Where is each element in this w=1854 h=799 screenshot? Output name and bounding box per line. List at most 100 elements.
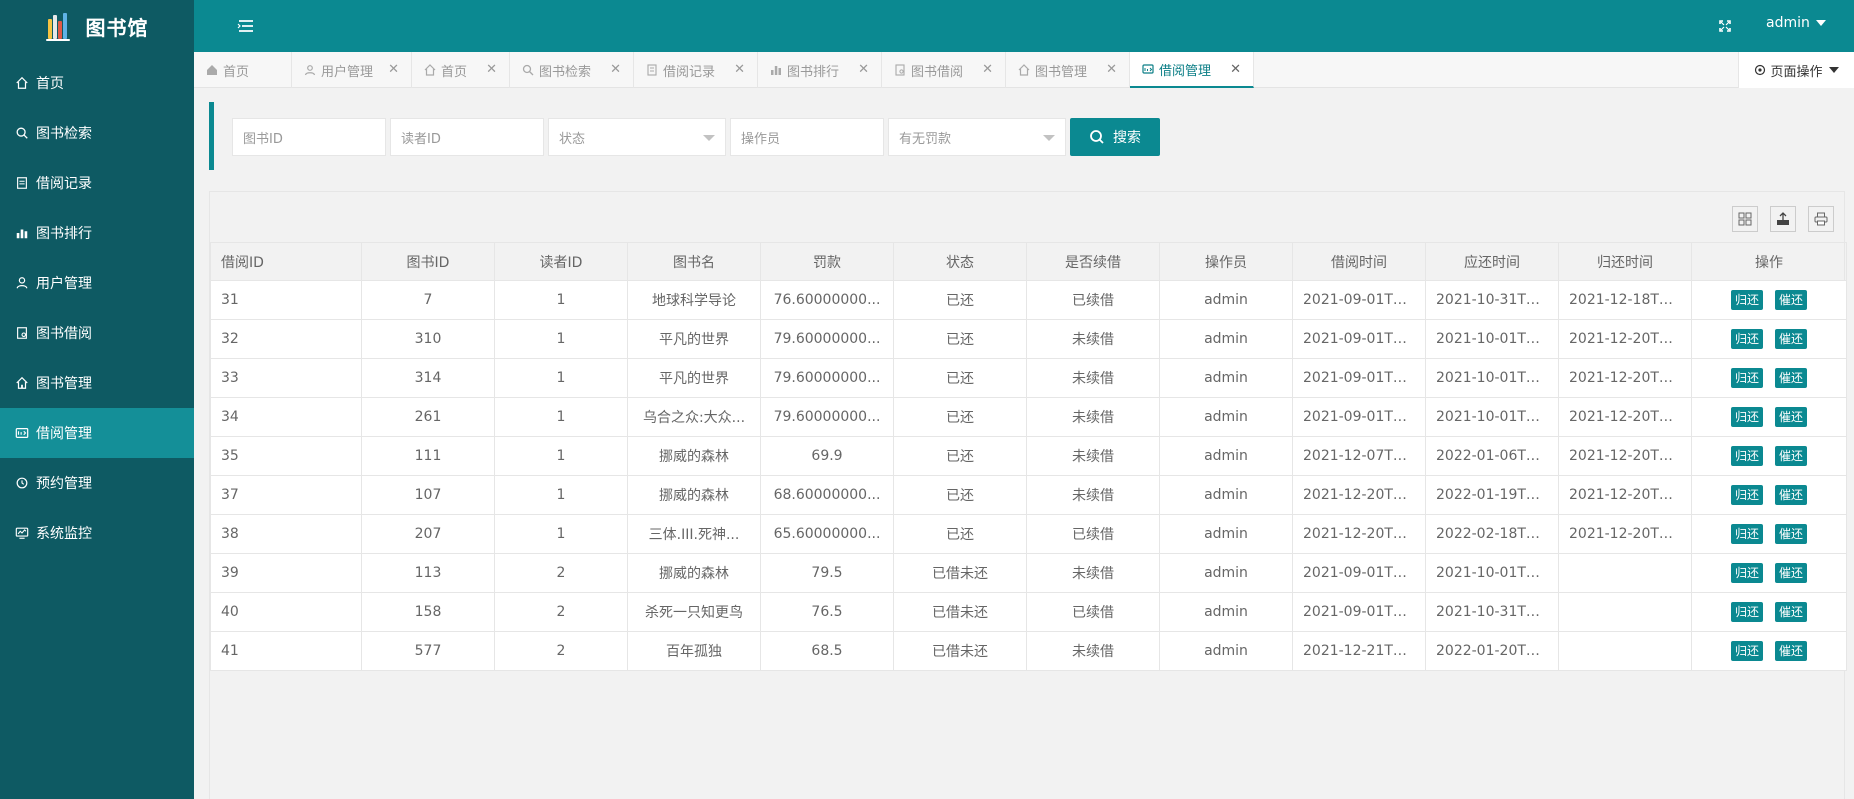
close-icon[interactable]: ✕ <box>388 62 399 77</box>
return-button[interactable]: 归还 <box>1730 524 1763 544</box>
column-header[interactable]: 操作 <box>1691 242 1847 281</box>
column-header[interactable]: 借阅ID <box>210 242 362 281</box>
remind-button[interactable]: 催还 <box>1775 524 1808 544</box>
reader-id-input[interactable]: 读者ID <box>390 118 544 156</box>
table-cell: 2022-02-18T1... <box>1425 514 1559 554</box>
column-header[interactable]: 借阅时间 <box>1292 242 1426 281</box>
library-logo-icon <box>45 11 72 41</box>
return-button[interactable]: 归还 <box>1730 485 1763 505</box>
sidebar-item-system-monitor[interactable]: 系统监控 <box>0 508 194 558</box>
close-icon[interactable]: ✕ <box>1106 62 1117 77</box>
tab-borrow-records[interactable]: 借阅记录 ✕ <box>634 52 758 88</box>
status-select[interactable]: 状态 <box>548 118 726 156</box>
sidebar-item-user-management[interactable]: 用户管理 <box>0 258 194 308</box>
tab-book-borrow[interactable]: 图书借阅 ✕ <box>882 52 1006 88</box>
return-button[interactable]: 归还 <box>1730 368 1763 388</box>
book-id-input[interactable]: 图书ID <box>232 118 386 156</box>
table-cell: 2 <box>494 553 628 593</box>
tab-home-2[interactable]: 首页 ✕ <box>412 52 510 88</box>
close-icon[interactable]: ✕ <box>734 62 745 77</box>
sidebar-item-book-management[interactable]: 图书管理 <box>0 358 194 408</box>
remind-button[interactable]: 催还 <box>1775 602 1808 622</box>
close-icon[interactable]: ✕ <box>858 62 869 77</box>
column-header[interactable]: 应还时间 <box>1425 242 1559 281</box>
tab-book-management[interactable]: 图书管理 ✕ <box>1006 52 1130 88</box>
sidebar-item-home[interactable]: 首页 <box>0 58 194 108</box>
table-row[interactable]: 39 113 2 挪威的森林 79.5 已借未还 未续借 admin 2021-09-01T2.… <box>210 553 1847 593</box>
logo[interactable]: 图书馆 <box>0 0 194 52</box>
tab-home[interactable]: 首页 <box>194 52 292 88</box>
tab-label: 借阅记录 <box>663 64 716 80</box>
table-row[interactable]: 33 314 1 平凡的世界 79.60000000... 已还 未续借 admin 2021-… <box>210 358 1847 398</box>
remind-button[interactable]: 催还 <box>1775 407 1808 427</box>
table-row[interactable]: 31 7 1 地球科学导论 76.60000000... 已还 已续借 admin 2021-0… <box>210 280 1847 320</box>
column-header[interactable]: 罚款 <box>760 242 894 281</box>
print-icon[interactable] <box>1808 206 1834 232</box>
column-header[interactable]: 状态 <box>893 242 1027 281</box>
page-operations-dropdown[interactable]: 页面操作 <box>1738 52 1854 88</box>
remind-button[interactable]: 催还 <box>1775 641 1808 661</box>
sidebar-item-borrow-records[interactable]: 借阅记录 <box>0 158 194 208</box>
table-cell: 已还 <box>893 397 1027 437</box>
column-header[interactable]: 归还时间 <box>1558 242 1692 281</box>
user-menu[interactable]: admin <box>1766 15 1826 31</box>
close-icon[interactable]: ✕ <box>1230 62 1241 77</box>
column-header[interactable]: 是否续借 <box>1026 242 1160 281</box>
table-cell: 已还 <box>893 280 1027 320</box>
fullscreen-icon[interactable] <box>1714 15 1736 37</box>
table-cell: admin <box>1159 514 1293 554</box>
table-row[interactable]: 32 310 1 平凡的世界 79.60000000... 已还 未续借 admin 2021-… <box>210 319 1847 359</box>
return-button[interactable]: 归还 <box>1730 290 1763 310</box>
return-button[interactable]: 归还 <box>1730 446 1763 466</box>
remind-button[interactable]: 催还 <box>1775 290 1808 310</box>
table-cell: 2022-01-20T1... <box>1425 631 1559 671</box>
remind-button[interactable]: 催还 <box>1775 329 1808 349</box>
table-cell: 113 <box>361 553 495 593</box>
fine-select[interactable]: 有无罚款 <box>888 118 1066 156</box>
export-icon[interactable] <box>1770 206 1796 232</box>
table-row[interactable]: 38 207 1 三体.III.死神... 65.60000000... 已还 已续借 adm… <box>210 514 1847 554</box>
table-row[interactable]: 35 111 1 挪威的森林 69.9 已还 未续借 admin 2021-12-07T1...… <box>210 436 1847 476</box>
sidebar-item-book-search[interactable]: 图书检索 <box>0 108 194 158</box>
return-button[interactable]: 归还 <box>1730 407 1763 427</box>
close-icon[interactable]: ✕ <box>982 62 993 77</box>
sidebar-item-borrow-management[interactable]: 借阅管理 <box>0 408 194 458</box>
table-row[interactable]: 40 158 2 杀死一只知更鸟 76.5 已借未还 已续借 admin 2021-09-01T… <box>210 592 1847 632</box>
tab-book-search[interactable]: 图书检索 ✕ <box>510 52 634 88</box>
sidebar-item-book-ranking[interactable]: 图书排行 <box>0 208 194 258</box>
table-cell: 2021-09-01T1... <box>1292 280 1426 320</box>
table-row[interactable]: 34 261 1 乌合之众:大众... 79.60000000... 已还 未续借 admin… <box>210 397 1847 437</box>
sidebar-item-book-borrow[interactable]: 图书借阅 <box>0 308 194 358</box>
table-cell: 已还 <box>893 319 1027 359</box>
remind-button[interactable]: 催还 <box>1775 485 1808 505</box>
operator-input[interactable]: 操作员 <box>730 118 884 156</box>
tab-user-management[interactable]: 用户管理 ✕ <box>292 52 412 88</box>
menu-toggle-icon[interactable] <box>236 16 256 36</box>
sidebar-item-reservation-management[interactable]: 预约管理 <box>0 458 194 508</box>
actions-cell: 归还 催还 <box>1691 319 1847 359</box>
search-button[interactable]: 搜索 <box>1070 118 1160 156</box>
tab-borrow-management[interactable]: 借阅管理 ✕ <box>1130 52 1254 88</box>
table-row[interactable]: 41 577 2 百年孤独 68.5 已借未还 未续借 admin 2021-12-21T1..… <box>210 631 1847 671</box>
column-header[interactable]: 操作员 <box>1159 242 1293 281</box>
return-button[interactable]: 归还 <box>1730 329 1763 349</box>
tab-bar: 首页 用户管理 ✕ 首页 ✕ 图书检索 ✕ 借阅记录 ✕ 图书排行 ✕ 图书借阅… <box>194 52 1854 88</box>
remind-button[interactable]: 催还 <box>1775 446 1808 466</box>
remind-button[interactable]: 催还 <box>1775 368 1808 388</box>
remind-button[interactable]: 催还 <box>1775 563 1808 583</box>
close-icon[interactable]: ✕ <box>610 62 621 77</box>
table-cell: 已还 <box>893 475 1027 515</box>
home-icon <box>14 75 30 91</box>
column-header[interactable]: 图书名 <box>627 242 761 281</box>
column-header[interactable]: 读者ID <box>494 242 628 281</box>
close-icon[interactable]: ✕ <box>486 62 497 77</box>
return-button[interactable]: 归还 <box>1730 602 1763 622</box>
return-button[interactable]: 归还 <box>1730 563 1763 583</box>
columns-filter-icon[interactable] <box>1732 206 1758 232</box>
placeholder: 有无罚款 <box>899 131 952 147</box>
column-header[interactable]: 图书ID <box>361 242 495 281</box>
table-row[interactable]: 37 107 1 挪威的森林 68.60000000... 已还 未续借 admin 2021-… <box>210 475 1847 515</box>
table-cell: 未续借 <box>1026 553 1160 593</box>
return-button[interactable]: 归还 <box>1730 641 1763 661</box>
tab-book-ranking[interactable]: 图书排行 ✕ <box>758 52 882 88</box>
